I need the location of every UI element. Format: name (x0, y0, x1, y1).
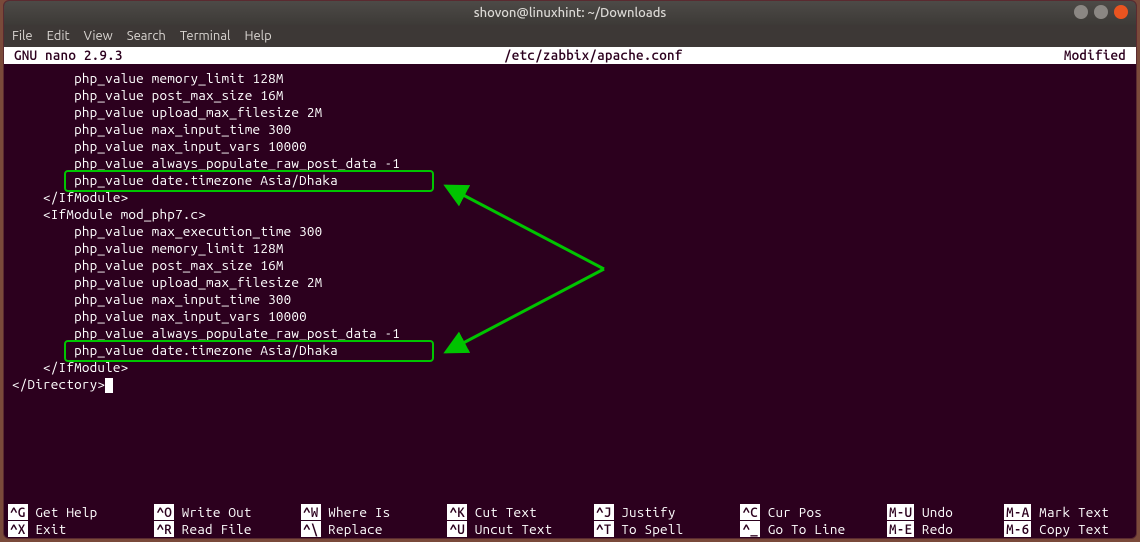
shortcut-key: ^\ (301, 521, 321, 537)
nano-shortcut: M-6 Copy Text (1004, 521, 1136, 538)
editor-line: php_value post_max_size 16M (12, 87, 1136, 104)
shortcut-key: M-6 (1004, 521, 1031, 537)
shortcut-key: ^_ (740, 521, 760, 537)
shortcut-label: Read File (174, 521, 252, 537)
nano-shortcut: ^U Uncut Text (447, 521, 594, 538)
shortcut-key: ^R (154, 521, 174, 537)
editor-line: </Directory> (12, 376, 1136, 393)
editor-line: php_value max_input_time 300 (12, 291, 1136, 308)
editor-line: php_value always_populate_raw_post_data … (12, 155, 1136, 172)
shortcut-label: To Spell (614, 521, 684, 537)
nano-header: GNU nano 2.9.3 /etc/zabbix/apache.conf M… (4, 47, 1136, 64)
nano-footer: ^G Get Help^O Write Out^W Where Is^K Cut… (4, 504, 1136, 538)
editor-line: php_value max_input_vars 10000 (12, 308, 1136, 325)
menu-help[interactable]: Help (244, 29, 271, 43)
nano-shortcut: ^C Cur Pos (740, 504, 887, 521)
minimize-icon[interactable] (1074, 5, 1088, 19)
nano-file-path: /etc/zabbix/apache.conf (123, 47, 1064, 64)
shortcut-label: Cur Pos (760, 504, 822, 520)
nano-shortcut: ^_ Go To Line (740, 521, 887, 538)
nano-shortcut: ^T To Spell (594, 521, 740, 538)
shortcut-label: Exit (28, 521, 67, 537)
shortcut-key: ^O (154, 504, 174, 520)
editor-line: </IfModule> (12, 359, 1136, 376)
editor-line: </IfModule> (12, 189, 1136, 206)
menu-search[interactable]: Search (127, 29, 166, 43)
nano-status: Modified (1064, 47, 1136, 64)
terminal-window: shovon@linuxhint: ~/Downloads File Edit … (3, 0, 1137, 539)
nano-shortcut: ^K Cut Text (447, 504, 594, 521)
editor-line: php_value max_execution_time 300 (12, 223, 1136, 240)
nano-shortcut: ^R Read File (154, 521, 301, 538)
menu-view[interactable]: View (84, 29, 113, 43)
window-titlebar: shovon@linuxhint: ~/Downloads (4, 1, 1136, 25)
shortcut-key: ^G (8, 504, 28, 520)
editor-line: php_value upload_max_filesize 2M (12, 274, 1136, 291)
editor-line: php_value always_populate_raw_post_data … (12, 325, 1136, 342)
editor-line: php_value max_input_time 300 (12, 121, 1136, 138)
shortcut-key: ^T (594, 521, 614, 537)
nano-shortcut: ^\ Replace (301, 521, 447, 538)
nano-version: GNU nano 2.9.3 (4, 47, 123, 64)
maximize-icon[interactable] (1094, 5, 1108, 19)
shortcut-label: Cut Text (467, 504, 537, 520)
shortcut-label: Justify (614, 504, 676, 520)
window-title: shovon@linuxhint: ~/Downloads (474, 6, 667, 20)
editor-line: php_value max_input_vars 10000 (12, 138, 1136, 155)
shortcut-label: Redo (914, 521, 953, 537)
shortcut-key: M-A (1004, 504, 1031, 520)
shortcut-label: Go To Line (760, 521, 845, 537)
close-icon[interactable] (1114, 5, 1128, 19)
editor-line: php_value date.timezone Asia/Dhaka (12, 172, 1136, 189)
menu-edit[interactable]: Edit (47, 29, 70, 43)
terminal-area[interactable]: GNU nano 2.9.3 /etc/zabbix/apache.conf M… (4, 47, 1136, 538)
nano-shortcut: M-E Redo (887, 521, 1004, 538)
shortcut-key: ^U (447, 521, 467, 537)
editor-content[interactable]: php_value memory_limit 128M php_value po… (4, 64, 1136, 539)
nano-shortcut: M-U Undo (887, 504, 1004, 521)
nano-shortcut: M-A Mark Text (1004, 504, 1136, 521)
nano-shortcut: ^O Write Out (154, 504, 301, 521)
shortcut-label: Uncut Text (467, 521, 552, 537)
shortcut-key: ^X (8, 521, 28, 537)
shortcut-label: Where Is (321, 504, 391, 520)
editor-line: php_value memory_limit 128M (12, 240, 1136, 257)
editor-line: php_value date.timezone Asia/Dhaka (12, 342, 1136, 359)
menu-terminal[interactable]: Terminal (180, 29, 231, 43)
nano-shortcut: ^W Where Is (301, 504, 447, 521)
shortcut-label: Copy Text (1031, 521, 1109, 537)
editor-line: php_value upload_max_filesize 2M (12, 104, 1136, 121)
shortcut-key: ^J (594, 504, 614, 520)
shortcut-key: M-U (887, 504, 914, 520)
editor-line: php_value memory_limit 128M (12, 70, 1136, 87)
shortcut-key: ^K (447, 504, 467, 520)
nano-shortcut: ^X Exit (8, 521, 154, 538)
shortcut-key: ^C (740, 504, 760, 520)
shortcut-label: Write Out (174, 504, 252, 520)
shortcut-key: ^W (301, 504, 321, 520)
menubar: File Edit View Search Terminal Help (4, 25, 1136, 47)
shortcut-label: Mark Text (1031, 504, 1109, 520)
editor-line: php_value post_max_size 16M (12, 257, 1136, 274)
cursor (105, 378, 113, 393)
window-controls (1074, 5, 1128, 19)
shortcut-label: Get Help (28, 504, 98, 520)
nano-shortcut: ^J Justify (594, 504, 740, 521)
shortcut-label: Replace (321, 521, 383, 537)
shortcut-key: M-E (887, 521, 914, 537)
nano-shortcut: ^G Get Help (8, 504, 154, 521)
editor-line: <IfModule mod_php7.c> (12, 206, 1136, 223)
shortcut-label: Undo (914, 504, 953, 520)
menu-file[interactable]: File (12, 29, 33, 43)
